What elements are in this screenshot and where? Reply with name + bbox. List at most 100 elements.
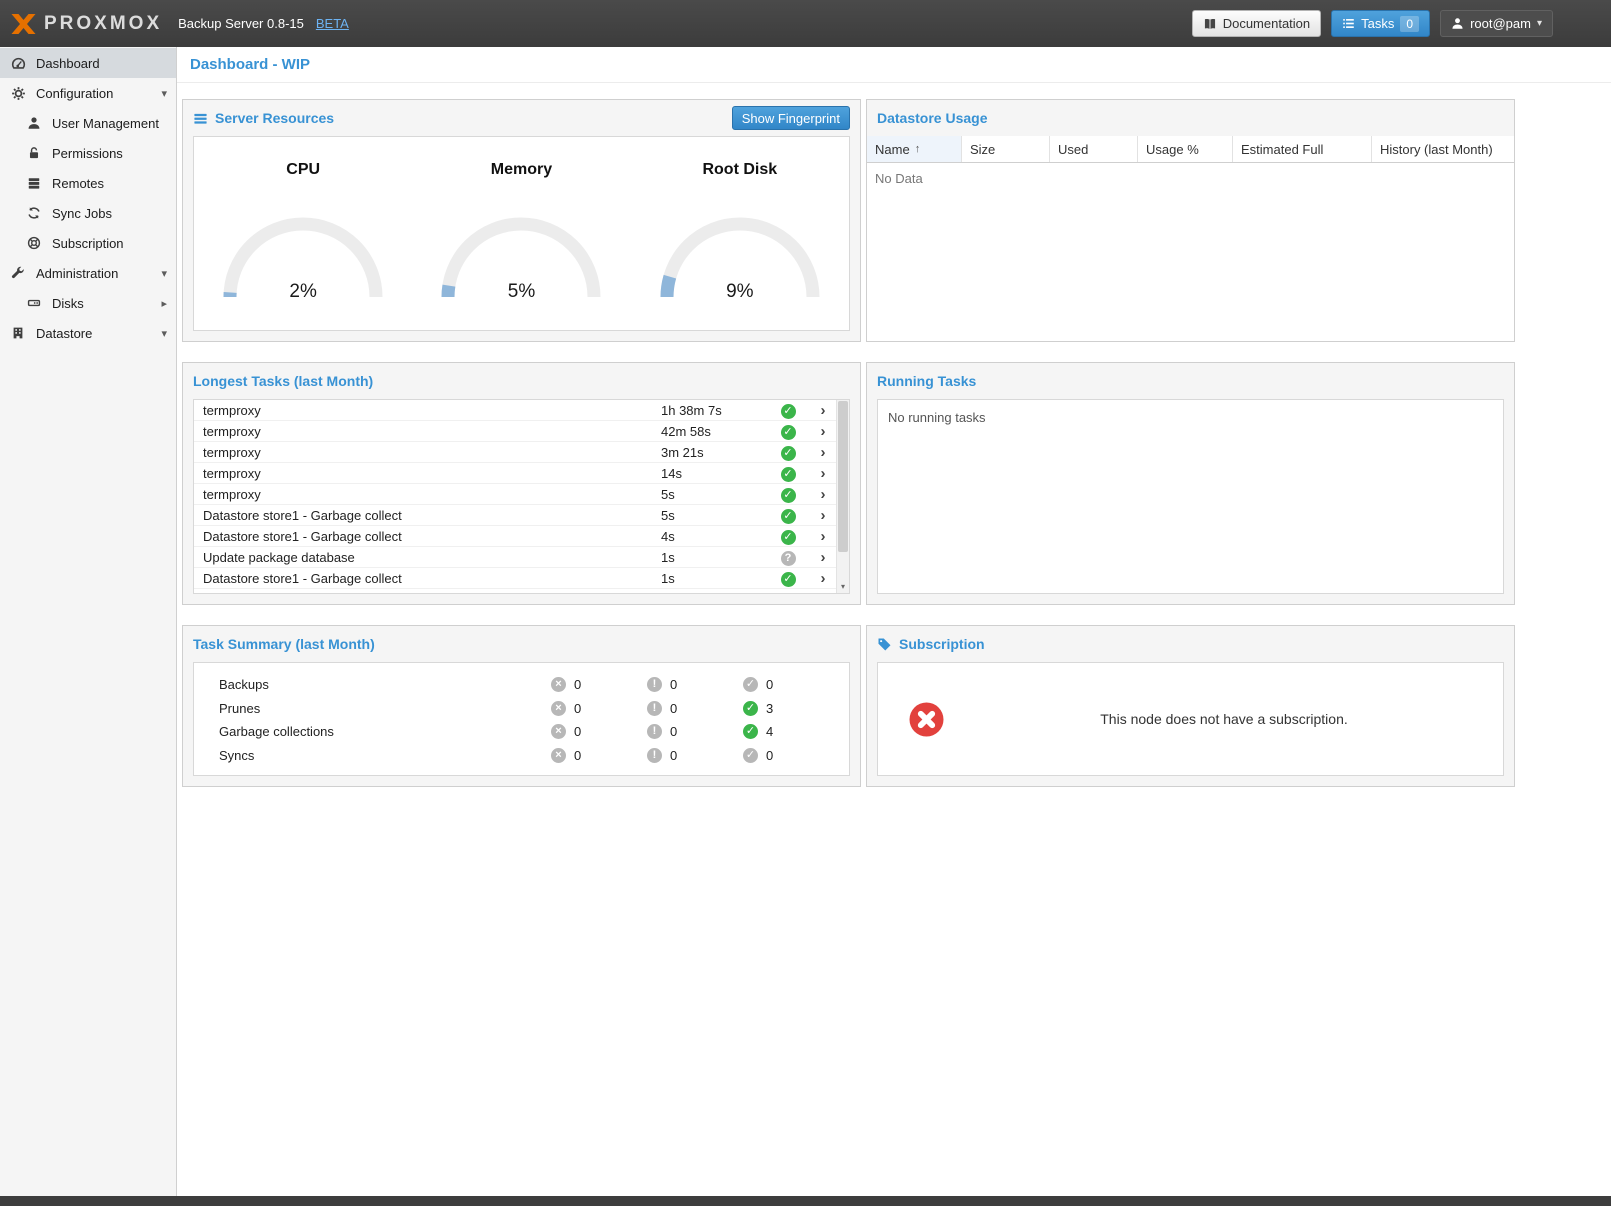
chevron-right-icon[interactable]: ›	[810, 507, 836, 524]
sidebar-item-remotes[interactable]: Remotes	[0, 168, 176, 198]
lock-icon	[27, 146, 44, 161]
sidebar-item-label: Subscription	[52, 236, 124, 251]
task-row[interactable]: termproxy 3m 21s ✓ ›	[194, 442, 836, 463]
sidebar-item-disks[interactable]: Disks▸	[0, 288, 176, 318]
ok-count: 0	[766, 677, 773, 692]
scrollbar-thumb[interactable]	[838, 401, 848, 552]
user-menu-button[interactable]: root@pam ▾	[1440, 10, 1553, 37]
chevron-right-icon[interactable]: ›	[810, 486, 836, 503]
sidebar-item-configuration[interactable]: Configuration ▾	[0, 78, 176, 108]
wrench-icon	[11, 266, 28, 281]
task-row[interactable]: termproxy 1h 38m 7s ✓ ›	[194, 400, 836, 421]
sidebar-item-label: Configuration	[36, 86, 113, 101]
task-name: Update package database	[194, 550, 661, 565]
task-row[interactable]: termproxy 42m 58s ✓ ›	[194, 421, 836, 442]
chevron-right-icon[interactable]: ›	[810, 528, 836, 545]
ok-count-icon: ✓	[743, 701, 758, 716]
task-name: termproxy	[194, 445, 661, 460]
gauge-root-disk: Root Disk 9%	[647, 161, 833, 330]
task-list-icon	[1342, 17, 1355, 30]
sidebar-item-sync-jobs[interactable]: Sync Jobs	[0, 198, 176, 228]
sort-ascending-icon: ↑	[915, 143, 921, 155]
ok-count: 3	[766, 701, 773, 716]
chevron-right-icon[interactable]: ›	[810, 423, 836, 440]
running-tasks-title: Running Tasks	[877, 373, 976, 389]
error-count-icon: ×	[551, 677, 566, 692]
scroll-down-icon[interactable]: ▾	[837, 580, 849, 593]
task-duration: 1s	[661, 550, 766, 565]
warning-count: 0	[670, 748, 677, 763]
bottom-strip	[0, 1196, 1611, 1206]
sidebar: Dashboard Configuration ▾ User ManagementPe…	[0, 47, 177, 1196]
status-ok-icon: ✓	[781, 530, 796, 545]
longest-tasks-panel: Longest Tasks (last Month) termproxy 1h …	[182, 362, 861, 605]
sidebar-item-permissions[interactable]: Permissions	[0, 138, 176, 168]
task-row[interactable]: termproxy 14s ✓ ›	[194, 463, 836, 484]
chevron-right-icon[interactable]: ›	[810, 465, 836, 482]
sidebar-item-label: Administration	[36, 266, 118, 281]
main-content: Dashboard - WIP Server Resources Show Fi…	[177, 47, 1611, 1196]
subscription-title: Subscription	[899, 636, 985, 652]
proxmox-x-icon	[10, 13, 37, 35]
chevron-down-icon[interactable]: ▾	[161, 327, 167, 340]
task-summary-box: Backups ×0 !0 ✓0 Prunes ×0 !0 ✓3 Garbage…	[193, 662, 850, 776]
gauge-label: CPU	[210, 161, 396, 179]
summary-label: Garbage collections	[219, 724, 551, 739]
sidebar-item-label: Datastore	[36, 326, 92, 341]
page-title: Dashboard - WIP	[190, 56, 310, 73]
sidebar-item-dashboard[interactable]: Dashboard	[0, 48, 176, 78]
sidebar-item-datastore[interactable]: Datastore ▾	[0, 318, 176, 348]
ok-count: 0	[766, 748, 773, 763]
error-count-icon: ×	[551, 748, 566, 763]
gauge-value: 9%	[655, 281, 825, 303]
no-running-tasks-text: No running tasks	[877, 399, 1504, 594]
task-row[interactable]: Datastore store1 - Garbage collect 4s ✓ …	[194, 526, 836, 547]
chevron-right-icon[interactable]: ›	[810, 570, 836, 587]
subscription-panel: Subscription This node does not have a s…	[866, 625, 1515, 787]
summary-row-backups: Backups ×0 !0 ✓0	[194, 673, 849, 697]
column-header-history-last-month[interactable]: History (last Month)	[1372, 136, 1514, 162]
column-header-usage[interactable]: Usage %	[1138, 136, 1233, 162]
beta-link[interactable]: BETA	[316, 16, 349, 31]
user-icon	[1451, 17, 1464, 30]
column-header-estimated-full[interactable]: Estimated Full	[1233, 136, 1372, 162]
chevron-right-icon[interactable]: ›	[810, 549, 836, 566]
gauge-value: 5%	[436, 281, 606, 303]
column-header-used[interactable]: Used	[1050, 136, 1138, 162]
column-header-name[interactable]: Name↑	[867, 136, 962, 162]
documentation-button[interactable]: Documentation	[1192, 10, 1321, 37]
summary-label: Syncs	[219, 748, 551, 763]
task-row[interactable]: Datastore store1 - Garbage collect 5s ✓ …	[194, 505, 836, 526]
show-fingerprint-button[interactable]: Show Fingerprint	[732, 106, 850, 130]
task-row[interactable]: termproxy 5s ✓ ›	[194, 484, 836, 505]
chevron-right-icon[interactable]: ›	[810, 444, 836, 461]
task-row[interactable]: Datastore store1 - Garbage collect 1s ✓ …	[194, 568, 836, 589]
user-icon	[27, 116, 44, 131]
chevron-right-icon[interactable]: ▸	[161, 297, 167, 310]
gauge-label: Memory	[428, 161, 614, 179]
scrollbar[interactable]: ▾	[836, 400, 849, 593]
book-icon	[1203, 17, 1217, 31]
tasks-button[interactable]: Tasks 0	[1331, 10, 1430, 37]
gears-icon	[11, 86, 28, 101]
task-duration: 5s	[661, 487, 766, 502]
longest-tasks-grid: termproxy 1h 38m 7s ✓ › termproxy 42m 58…	[194, 400, 836, 593]
status-ok-icon: ✓	[781, 425, 796, 440]
task-duration: 1s	[661, 571, 766, 586]
error-count: 0	[574, 748, 581, 763]
sidebar-item-subscription[interactable]: Subscription	[0, 228, 176, 258]
task-row[interactable]: Update package database 1s ? ›	[194, 547, 836, 568]
column-header-size[interactable]: Size	[962, 136, 1050, 162]
status-ok-icon: ✓	[781, 488, 796, 503]
product-version: Backup Server 0.8-15	[178, 16, 304, 31]
task-duration: 5s	[661, 508, 766, 523]
status-ok-icon: ✓	[781, 509, 796, 524]
warning-count: 0	[670, 724, 677, 739]
ok-count-icon: ✓	[743, 677, 758, 692]
sidebar-item-user-management[interactable]: User Management	[0, 108, 176, 138]
chevron-right-icon[interactable]: ›	[810, 402, 836, 419]
server-resources-title: Server Resources	[215, 110, 334, 126]
chevron-down-icon[interactable]: ▾	[161, 267, 167, 280]
sidebar-item-administration[interactable]: Administration ▾	[0, 258, 176, 288]
chevron-down-icon[interactable]: ▾	[161, 87, 167, 100]
